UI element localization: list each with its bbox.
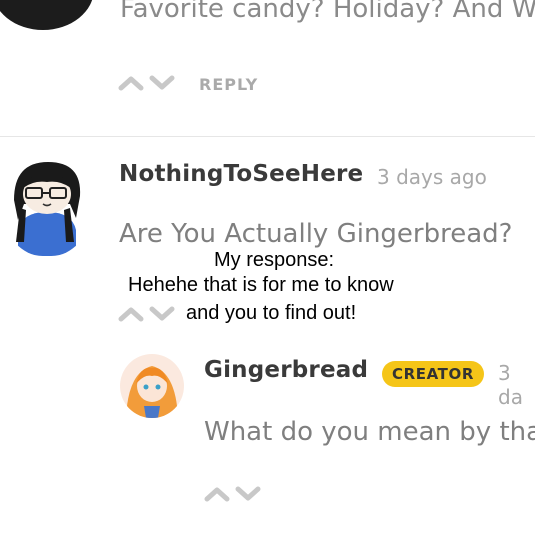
upvote-icon[interactable] [118,305,144,323]
comment-text: Are You Actually Gingerbread? [119,219,513,249]
comment-timestamp: 3 days ago [377,165,487,189]
downvote-icon[interactable] [149,74,175,92]
downvote-icon[interactable] [235,485,261,503]
reply-timestamp: 3 da [498,361,523,409]
avatar-nothingtoseehere[interactable] [4,156,90,256]
avatar-previous-commenter[interactable] [0,0,94,30]
comment-text-previous: Favorite candy? Holiday? And W [120,0,535,24]
upvote-icon[interactable] [118,74,144,92]
comment-divider [0,136,535,137]
creator-badge: CREATOR [382,361,484,387]
comment-username[interactable]: NothingToSeeHere [119,161,363,187]
reply-username[interactable]: Gingerbread [204,357,368,383]
overlay-response-line2: Hehehe that is for me to know [128,274,394,296]
reply-text: What do you mean by tha [204,417,535,447]
downvote-icon[interactable] [149,305,175,323]
upvote-icon[interactable] [204,485,230,503]
avatar-gingerbread[interactable] [120,354,184,418]
overlay-response-line1: My response: [214,249,335,271]
overlay-response-line3: and you to find out! [186,302,357,324]
reply-button[interactable]: REPLY [199,75,258,94]
